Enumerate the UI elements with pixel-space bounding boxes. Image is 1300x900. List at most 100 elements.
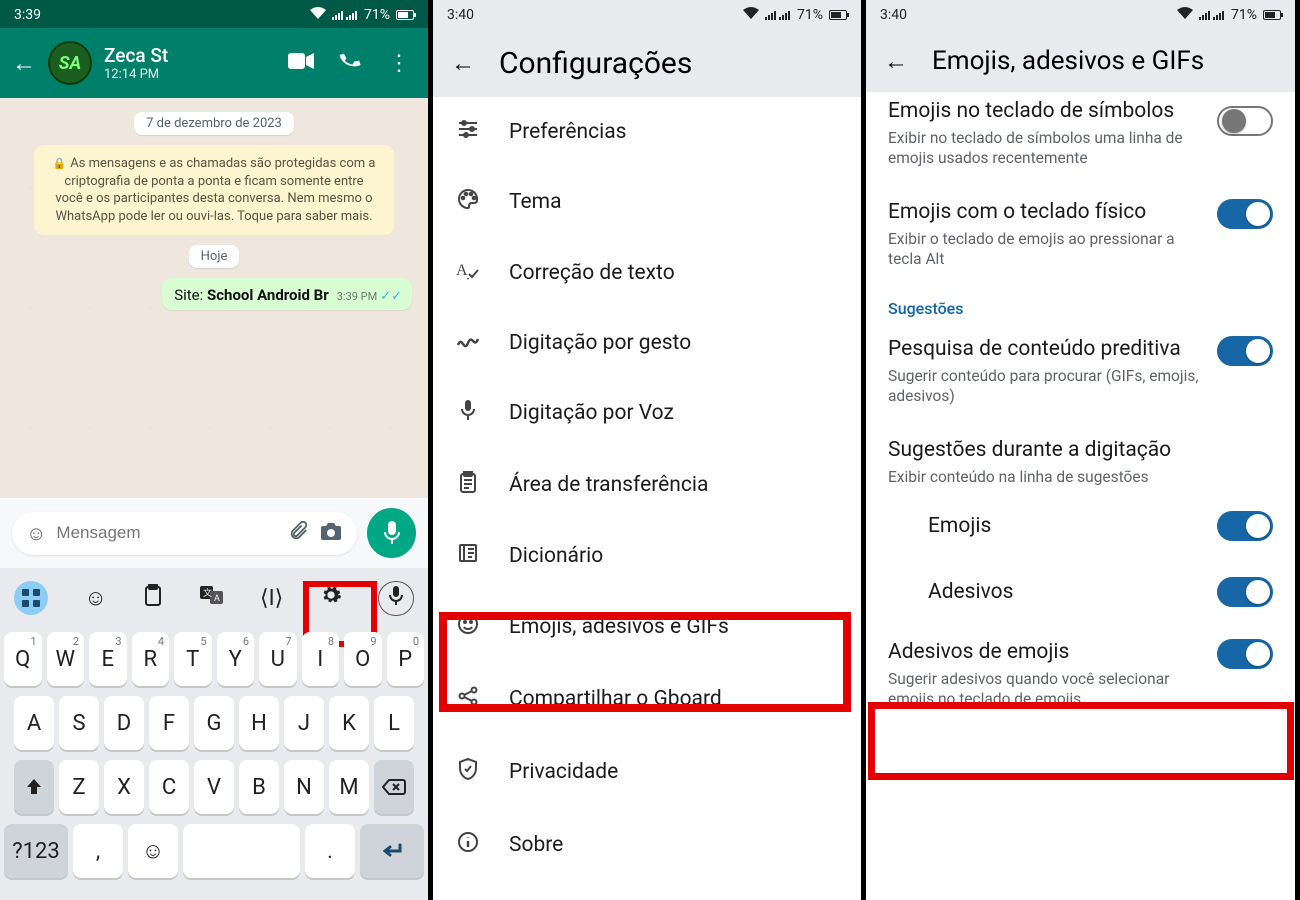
about-icon [455,831,481,859]
key-backspace[interactable] [374,760,414,814]
more-menu-icon[interactable]: ⋮ [388,51,410,76]
wifi-icon [310,7,326,23]
key-f[interactable]: F [149,696,189,750]
emoji-settings-body[interactable]: Emojis no teclado de símbolos Exibir no … [866,92,1295,726]
key-d[interactable]: D [104,696,144,750]
key-g[interactable]: G [194,696,234,750]
keyboard-mic-icon[interactable] [378,581,414,616]
toggle-suggestion-emojis[interactable] [1217,511,1273,541]
setting-physical-keyboard-emojis[interactable]: Emojis com o teclado físico Exibir o tec… [888,185,1273,286]
key-i[interactable]: I8 [302,632,340,686]
key-t[interactable]: T5 [174,632,212,686]
key-h[interactable]: H [239,696,279,750]
key-s[interactable]: S [59,696,99,750]
voice-call-icon[interactable] [336,46,366,80]
key-x[interactable]: X [104,760,144,814]
key-m[interactable]: M [329,760,369,814]
outgoing-message[interactable]: Site: School Android Br 3:39 PM ✓✓ [162,278,412,310]
settings-item-label: Compartilhar o Gboard [509,687,722,711]
message-input[interactable] [56,523,277,543]
theme-icon [455,188,481,216]
keyboard-clipboard-icon[interactable] [143,584,163,612]
setting-suggestion-emojis[interactable]: Emojis [888,493,1273,559]
key-w[interactable]: W2 [47,632,85,686]
key-v[interactable]: V [194,760,234,814]
settings-item-voice-typing[interactable]: Digitação por Voz [433,377,861,449]
read-ticks-icon: ✓✓ [380,289,402,304]
toggle-emoji-stickers[interactable] [1217,639,1273,669]
key-u[interactable]: U7 [259,632,297,686]
toggle-predictive-search[interactable] [1217,336,1273,366]
key-r[interactable]: R4 [132,632,170,686]
settings-title: Configurações [499,46,692,81]
key-n[interactable]: N [284,760,324,814]
key-shift[interactable] [14,760,54,814]
contact-title-block[interactable]: Zeca St 12:14 PM [104,44,276,82]
key-e[interactable]: E3 [89,632,127,686]
toggle-physical-emojis[interactable] [1217,199,1273,229]
keyboard-settings-icon[interactable] [320,584,342,612]
settings-item-gesture-typing[interactable]: Digitação por gesto [433,308,861,377]
back-arrow-icon[interactable]: ← [451,49,475,78]
key-symbols[interactable]: ?123 [4,824,68,878]
keyboard-translate-icon[interactable]: 文A [200,584,224,612]
settings-item-about[interactable]: Sobre [433,809,861,881]
keyboard-emoji-icon[interactable]: ☺ [84,585,106,611]
settings-item-clipboard[interactable]: Área de transferência [433,449,861,521]
key-l[interactable]: L [374,696,414,750]
key-o[interactable]: O9 [344,632,382,686]
key-enter[interactable] [360,824,424,878]
key-k[interactable]: K [329,696,369,750]
key-comma[interactable]: , [73,824,123,878]
toggle-suggestion-stickers[interactable] [1217,577,1273,607]
keyboard-grid-icon[interactable] [14,581,48,615]
status-bar: 3:40 71% [866,0,1295,28]
clipboard-icon [455,471,481,499]
keyboard-cursor-icon[interactable]: ⟨I⟩ [260,586,283,611]
settings-item-label: Digitação por gesto [509,331,691,355]
settings-item-emojis-stickers-gifs[interactable]: Emojis, adesivos e GIFs [433,591,861,663]
setting-symbols-keyboard-emojis[interactable]: Emojis no teclado de símbolos Exibir no … [888,92,1273,185]
back-arrow-icon[interactable]: ← [12,49,36,78]
key-p[interactable]: P0 [387,632,425,686]
contact-avatar[interactable]: SA [48,41,92,85]
key-period[interactable]: . [305,824,355,878]
today-chip: Hoje [189,245,240,268]
settings-item-privacy[interactable]: Privacidade [433,735,861,809]
video-call-icon[interactable] [288,51,314,76]
status-time: 3:39 [14,7,41,23]
signal-icon [332,10,358,20]
attach-icon[interactable] [287,520,309,547]
encryption-notice[interactable]: 🔒As mensagens e as chamadas são protegid… [34,145,394,235]
voice-message-button[interactable] [367,508,416,558]
settings-item-text-correction[interactable]: ACorreção de texto [433,238,861,308]
key-b[interactable]: B [239,760,279,814]
camera-icon[interactable] [319,520,343,547]
key-a[interactable]: A [14,696,54,750]
setting-emoji-stickers[interactable]: Adesivos de emojis Sugerir adesivos quan… [888,625,1273,726]
message-input-container[interactable]: ☺ [12,512,357,555]
settings-item-theme[interactable]: Tema [433,166,861,238]
emoji-picker-icon[interactable]: ☺ [26,521,46,546]
setting-suggestion-stickers[interactable]: Adesivos [888,559,1273,625]
setting-typing-suggestions[interactable]: Sugestões durante a digitação Exibir con… [888,423,1273,493]
key-emoji[interactable]: ☺ [128,824,178,878]
key-c[interactable]: C [149,760,189,814]
key-z[interactable]: Z [59,760,99,814]
chat-header[interactable]: ← SA Zeca St 12:14 PM ⋮ [0,28,428,98]
preferences-icon [455,119,481,144]
settings-item-share-gboard[interactable]: Compartilhar o Gboard [433,663,861,735]
keyboard-toolbar: ☺ 文A ⟨I⟩ [0,568,428,628]
setting-predictive-search[interactable]: Pesquisa de conteúdo preditiva Sugerir c… [888,322,1273,423]
key-j[interactable]: J [284,696,324,750]
keyboard[interactable]: Q1W2E3R4T5Y6U7I8O9P0 ASDFGHJKL ZXCVBNM ?… [0,628,428,900]
battery-percent: 71% [797,7,823,23]
settings-item-preferences[interactable]: Preferências [433,97,861,166]
toggle-symbols-emojis[interactable] [1217,106,1273,136]
settings-item-dictionary[interactable]: Dicionário [433,521,861,591]
back-arrow-icon[interactable]: ← [884,47,908,76]
key-y[interactable]: Y6 [217,632,255,686]
key-space[interactable] [183,824,300,878]
key-q[interactable]: Q1 [4,632,42,686]
chat-body[interactable]: 7 de dezembro de 2023 🔒As mensagens e as… [0,98,428,498]
